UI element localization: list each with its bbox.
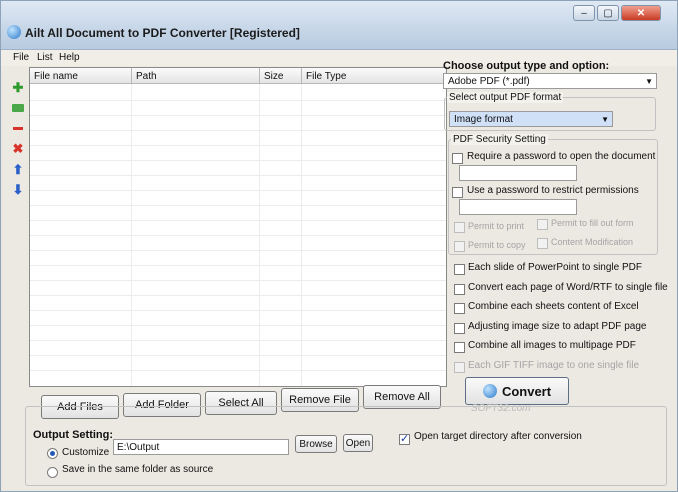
add-icon[interactable]: ✚ bbox=[11, 80, 25, 95]
restrict-password-field[interactable] bbox=[459, 199, 577, 215]
column-file-type[interactable]: File Type bbox=[302, 68, 446, 84]
table-row bbox=[30, 175, 446, 176]
output-path-field[interactable]: E:\Output bbox=[113, 439, 289, 455]
table-row bbox=[30, 340, 446, 341]
table-row bbox=[30, 355, 446, 356]
column-file-name[interactable]: File name bbox=[30, 68, 132, 84]
option-checkbox[interactable] bbox=[454, 264, 465, 275]
menu-list[interactable]: List bbox=[37, 52, 53, 63]
open-password-field[interactable] bbox=[459, 165, 577, 181]
option-label: Combine each sheets content of Excel bbox=[468, 301, 639, 312]
chevron-down-icon: ▼ bbox=[645, 77, 653, 86]
open-after-conversion-label: Open target directory after conversion bbox=[414, 431, 582, 442]
security-title: PDF Security Setting bbox=[451, 134, 548, 145]
table-row bbox=[30, 205, 446, 206]
content-modification-label: Content Modification bbox=[551, 237, 634, 247]
option-label: Combine all images to multipage PDF bbox=[468, 340, 636, 351]
permit-copy-label: Permit to copy bbox=[468, 240, 526, 250]
output-type-value: Adobe PDF (*.pdf) bbox=[448, 76, 530, 87]
restrict-password-label: Use a password to restrict permissions bbox=[467, 185, 639, 196]
table-row bbox=[30, 235, 446, 236]
folder-icon[interactable] bbox=[11, 101, 25, 115]
table-row bbox=[30, 220, 446, 221]
option-checkbox[interactable] bbox=[454, 283, 465, 295]
option-checkbox[interactable] bbox=[454, 303, 465, 314]
table-row bbox=[30, 160, 446, 161]
open-button[interactable]: Open bbox=[343, 434, 373, 452]
menu-file[interactable]: File bbox=[13, 52, 29, 63]
minimize-button[interactable]: – bbox=[573, 5, 595, 21]
browse-button[interactable]: Browse bbox=[295, 435, 337, 453]
output-setting-heading: Output Setting: bbox=[33, 429, 114, 441]
column-size[interactable]: Size bbox=[260, 68, 302, 84]
chevron-down-icon: ▼ bbox=[601, 115, 609, 124]
option-label: Each GIF TIFF image to one single file bbox=[468, 359, 640, 371]
pdf-format-select[interactable]: Image format ▼ bbox=[449, 111, 613, 127]
content-modification-checkbox[interactable] bbox=[537, 238, 548, 249]
permit-fill-checkbox[interactable] bbox=[537, 219, 548, 230]
customize-radio[interactable] bbox=[47, 448, 58, 459]
maximize-button[interactable]: ▢ bbox=[597, 5, 619, 21]
table-row bbox=[30, 370, 446, 371]
open-password-label: Require a password to open the document bbox=[467, 151, 656, 162]
table-row bbox=[30, 280, 446, 281]
move-down-icon[interactable]: ⬇ bbox=[11, 182, 25, 197]
output-type-select[interactable]: Adobe PDF (*.pdf) ▼ bbox=[443, 73, 657, 89]
close-button[interactable]: ✕ bbox=[621, 5, 661, 21]
table-row bbox=[30, 190, 446, 191]
open-password-checkbox[interactable] bbox=[452, 153, 463, 164]
option-checkbox[interactable] bbox=[454, 361, 465, 373]
table-row bbox=[30, 310, 446, 311]
customize-label: Customize bbox=[62, 447, 110, 458]
permit-copy-checkbox[interactable] bbox=[454, 241, 465, 252]
option-label: Each slide of PowerPoint to single PDF bbox=[468, 262, 642, 273]
option-label: Convert each page of Word/RTF to single … bbox=[468, 281, 668, 293]
table-row bbox=[30, 295, 446, 296]
permit-print-label: Permit to print bbox=[468, 221, 525, 231]
convert-icon bbox=[482, 384, 497, 398]
option-label: Adjusting image size to adapt PDF page bbox=[468, 320, 647, 332]
menu-help[interactable]: Help bbox=[59, 52, 80, 63]
option-checkbox[interactable] bbox=[454, 322, 465, 334]
same-folder-label: Save in the same folder as source bbox=[62, 464, 214, 475]
column-path[interactable]: Path bbox=[132, 68, 260, 84]
window-title: Ailt All Document to PDF Converter [Regi… bbox=[25, 26, 300, 40]
convert-button[interactable]: Convert bbox=[465, 377, 569, 405]
same-folder-radio[interactable] bbox=[47, 467, 58, 478]
app-window: Ailt All Document to PDF Converter [Regi… bbox=[0, 0, 678, 492]
file-list[interactable]: File name Path Size File Type bbox=[29, 67, 447, 387]
table-row bbox=[30, 100, 446, 101]
restrict-password-checkbox[interactable] bbox=[452, 187, 463, 198]
output-type-heading: Choose output type and option: bbox=[443, 60, 610, 72]
clear-icon[interactable]: ✖ bbox=[11, 141, 25, 156]
pdf-format-title: Select output PDF format bbox=[447, 92, 564, 103]
table-row bbox=[30, 325, 446, 326]
app-icon bbox=[7, 25, 21, 39]
table-row bbox=[30, 145, 446, 146]
pdf-format-value: Image format bbox=[454, 114, 513, 125]
table-row bbox=[30, 265, 446, 266]
table-row bbox=[30, 115, 446, 116]
title-bar[interactable]: Ailt All Document to PDF Converter [Regi… bbox=[1, 1, 677, 50]
open-after-conversion-checkbox[interactable] bbox=[399, 432, 410, 445]
table-row bbox=[30, 250, 446, 251]
table-row bbox=[30, 130, 446, 131]
permit-fill-label: Permit to fill out form bbox=[551, 218, 634, 228]
option-checkbox[interactable] bbox=[454, 342, 465, 353]
remove-icon[interactable] bbox=[11, 121, 25, 135]
move-up-icon[interactable]: ⬆ bbox=[11, 162, 25, 177]
convert-label: Convert bbox=[501, 383, 552, 399]
permit-print-checkbox[interactable] bbox=[454, 222, 465, 233]
